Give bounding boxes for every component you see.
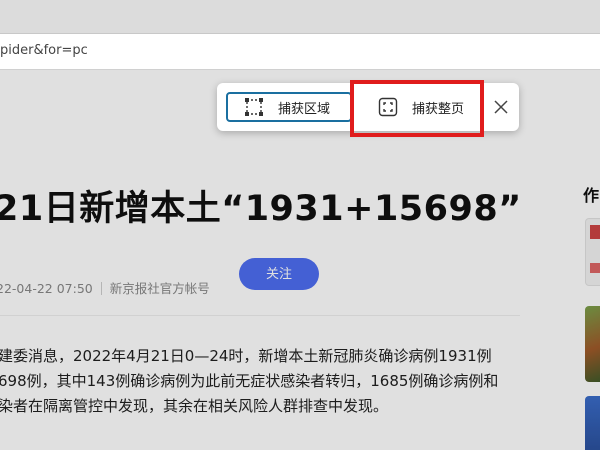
address-bar[interactable]: pider&for=pc — [0, 34, 600, 70]
capture-area-label: 捕获区域 — [278, 101, 331, 117]
url-text[interactable]: pider&for=pc — [0, 43, 88, 58]
selection-corners-icon — [245, 98, 263, 116]
close-icon[interactable] — [491, 97, 511, 117]
annotation-highlight-box — [350, 80, 484, 137]
capture-area-button[interactable]: 捕获区域 — [226, 92, 352, 122]
browser-tab-strip — [0, 0, 600, 34]
